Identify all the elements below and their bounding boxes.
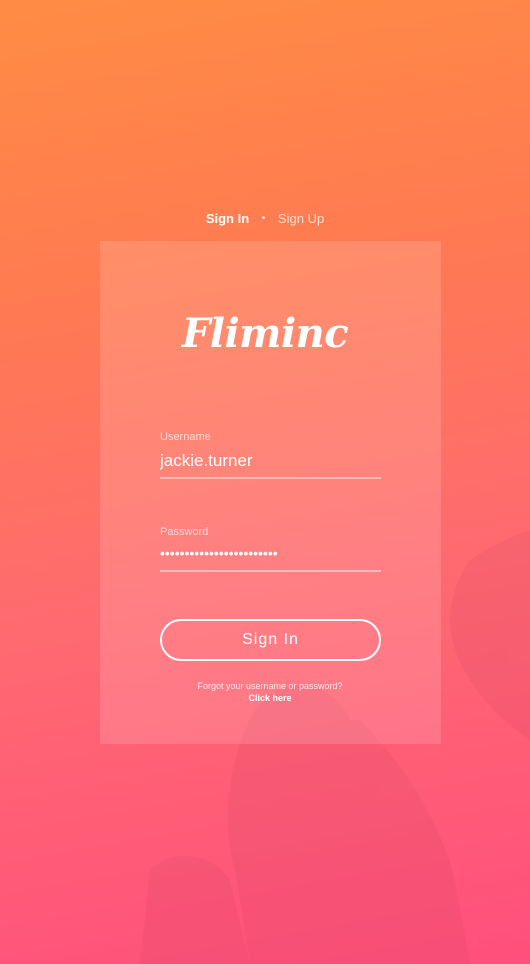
password-input[interactable]: •••••••••••••••••••••••• (160, 545, 381, 561)
sign-in-button[interactable]: Sign In (160, 619, 381, 661)
forgot-link[interactable]: Click here (0, 692, 530, 704)
auth-tabs: Sign In • Sign Up (0, 210, 530, 226)
tab-sign-up[interactable]: Sign Up (278, 211, 324, 226)
tab-sign-in[interactable]: Sign In (206, 211, 249, 226)
username-label: Username (160, 431, 211, 443)
username-input[interactable] (160, 451, 381, 471)
username-underline (160, 477, 381, 479)
forgot-credentials: Forgot your username or password? Click … (0, 680, 530, 704)
tab-separator: • (261, 213, 266, 225)
forgot-text: Forgot your username or password? (197, 681, 343, 691)
brand-logo: Fliminc (181, 310, 349, 357)
password-label: Password (160, 526, 209, 538)
password-underline (160, 570, 381, 572)
